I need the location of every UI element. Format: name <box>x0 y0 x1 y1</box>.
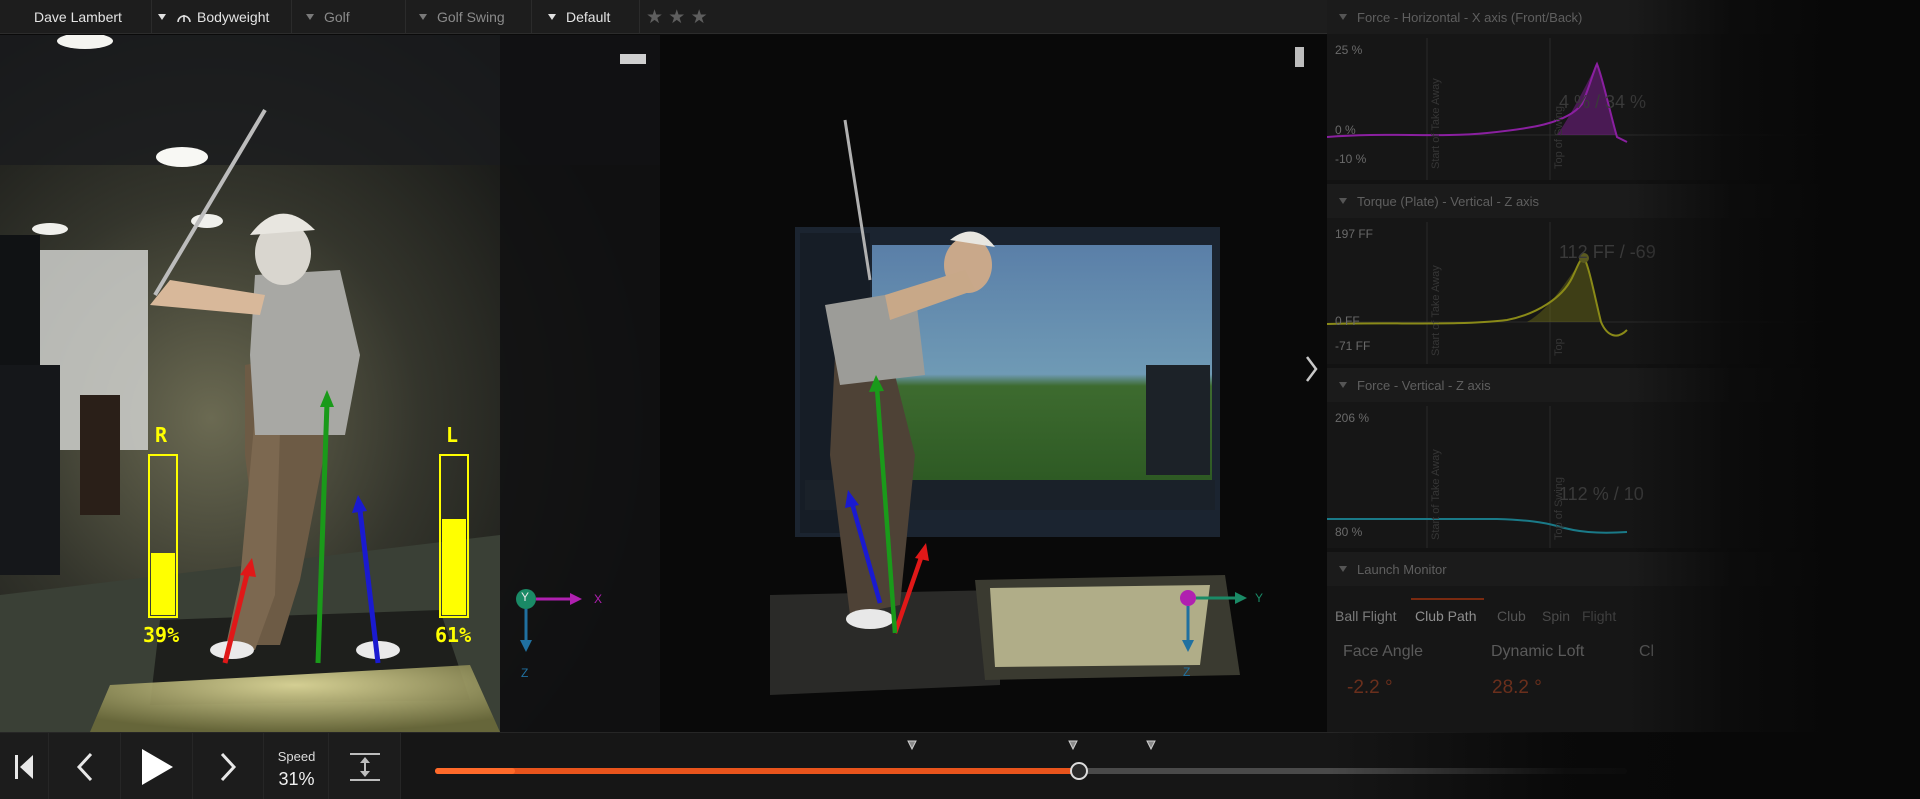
metric-label: Dynamic Loft <box>1491 643 1585 660</box>
star-icon[interactable]: ★ ★ ★ <box>646 6 708 29</box>
y-axis-zero-label: 0 % <box>1335 123 1356 137</box>
y-axis-zero-label: 0 FF <box>1335 314 1360 328</box>
axis-y-label: Y <box>1255 591 1264 605</box>
marker-label: Start of Take Away <box>1430 449 1442 540</box>
chart-panel-force-vertical: Force - Vertical - Z axis 206 % 80 % Sta… <box>1327 368 1920 548</box>
right-foot-label: R <box>155 423 168 447</box>
bodyweight-icon <box>177 15 191 23</box>
panel-header[interactable]: Force - Horizontal - X axis (Front/Back) <box>1327 0 1920 34</box>
camera-icon[interactable] <box>620 54 646 64</box>
panel-header[interactable]: Force - Vertical - Z axis <box>1327 368 1920 402</box>
panel-header[interactable]: Launch Monitor <box>1327 552 1920 586</box>
mode-selector[interactable]: Bodyweight <box>152 0 292 34</box>
sport-label: Golf <box>324 9 350 25</box>
metric-label: Cl <box>1639 643 1655 660</box>
right-camera-view <box>660 35 1327 732</box>
layout-selector[interactable]: Default <box>532 0 640 34</box>
y-axis-max-label: 206 % <box>1335 411 1370 425</box>
layout-label: Default <box>566 9 611 25</box>
video-frames <box>0 35 1327 732</box>
movement-selector[interactable]: Golf Swing <box>413 0 532 34</box>
tab-club[interactable]: Club <box>1497 608 1526 624</box>
active-tab-indicator <box>1411 598 1484 600</box>
left-foot-percentage: 61% <box>435 623 472 647</box>
tab-ball-flight[interactable]: Ball Flight <box>1335 608 1396 624</box>
chevron-down-icon <box>1339 198 1347 204</box>
chevron-down-icon <box>1339 566 1347 572</box>
chevron-down-icon <box>419 14 427 20</box>
trim-range-button[interactable] <box>329 733 401 799</box>
speed-control[interactable]: Speed 31% <box>264 733 329 799</box>
video-viewport[interactable]: R 39% L 61% Y X Z Y Z <box>0 35 1327 732</box>
chevron-down-icon <box>548 14 556 20</box>
trim-icon <box>349 752 380 781</box>
y-axis-min-label: -10 % <box>1335 152 1367 166</box>
chart-readout: 4 % / 34 % <box>1559 92 1647 112</box>
y-axis-min-label: 80 % <box>1335 525 1363 539</box>
launch-monitor-panel: Launch Monitor <box>1327 552 1920 732</box>
axis-z-label: Z <box>1183 665 1191 679</box>
torque-vertical-chart <box>1327 222 1920 364</box>
bottom-fade-overlay <box>1327 732 1920 799</box>
tab-club-path[interactable]: Club Path <box>1415 608 1476 624</box>
chevron-down-icon <box>1339 14 1347 20</box>
y-axis-max-label: 197 FF <box>1335 227 1374 241</box>
axis-z-label: Z <box>521 666 529 680</box>
marker-label: Top of Swing <box>1553 106 1565 169</box>
previous-frame-button[interactable] <box>49 733 121 799</box>
top-toolbar: Dave Lambert Bodyweight Golf Golf Swing … <box>0 0 1327 34</box>
marker-label: Start of Take Away <box>1430 78 1442 169</box>
chevron-right-icon <box>220 752 237 781</box>
skip-to-start-button[interactable] <box>0 733 49 799</box>
metric-label: Face Angle <box>1343 643 1424 660</box>
chart-panel-torque-vertical: Torque (Plate) - Vertical - Z axis 197 F… <box>1327 184 1920 364</box>
left-foot-label: L <box>446 423 459 447</box>
chart-panel-force-horizontal: Force - Horizontal - X axis (Front/Back)… <box>1327 0 1920 180</box>
metric-value: 28.2 ° <box>1492 677 1542 698</box>
chevron-down-icon <box>1339 382 1347 388</box>
mode-label: Bodyweight <box>197 9 270 25</box>
panel-title: Launch Monitor <box>1357 561 1447 577</box>
y-axis-min-label: -71 FF <box>1335 339 1371 353</box>
right-foot-percentage: 39% <box>143 623 180 647</box>
panel-title: Force - Horizontal - X axis (Front/Back) <box>1357 9 1583 25</box>
play-button[interactable] <box>121 733 193 799</box>
axis-y-label: Y <box>521 590 530 604</box>
chart-readout: 112 % / 10 <box>1559 484 1644 504</box>
panel-header[interactable]: Torque (Plate) - Vertical - Z axis <box>1327 184 1920 218</box>
marker-label: Start of Take Away <box>1430 265 1442 356</box>
axis-x-label: X <box>594 592 603 606</box>
rating-stars[interactable]: ★ ★ ★ <box>646 0 746 34</box>
skip-start-icon <box>15 754 33 779</box>
metric-value: -2.2 ° <box>1347 677 1393 698</box>
play-icon <box>141 748 173 785</box>
next-frame-button[interactable] <box>193 733 264 799</box>
marker-label: Top <box>1553 338 1565 356</box>
panel-title: Force - Vertical - Z axis <box>1357 377 1491 393</box>
tab-spin[interactable]: Spin <box>1542 608 1570 624</box>
tab-flight[interactable]: Flight <box>1582 608 1616 624</box>
left-camera-view <box>0 35 660 732</box>
analysis-panels: Force - Horizontal - X axis (Front/Back)… <box>1327 0 1920 732</box>
chevron-left-icon <box>76 752 92 781</box>
chart-readout: 112 FF / -69 <box>1559 242 1656 262</box>
athlete-label: Dave Lambert <box>34 9 122 25</box>
chevron-down-icon <box>306 14 314 20</box>
sport-selector[interactable]: Golf <box>306 0 406 34</box>
y-axis-max-label: 25 % <box>1335 43 1363 57</box>
speed-label: Speed <box>277 749 316 764</box>
force-vertical-chart <box>1327 406 1628 548</box>
camera-icon[interactable] <box>1295 47 1304 67</box>
movement-label: Golf Swing <box>437 9 505 25</box>
panel-title: Torque (Plate) - Vertical - Z axis <box>1357 193 1540 209</box>
speed-value: 31% <box>278 769 315 789</box>
athlete-selector[interactable]: Dave Lambert <box>0 0 152 34</box>
chevron-down-icon <box>158 14 166 20</box>
